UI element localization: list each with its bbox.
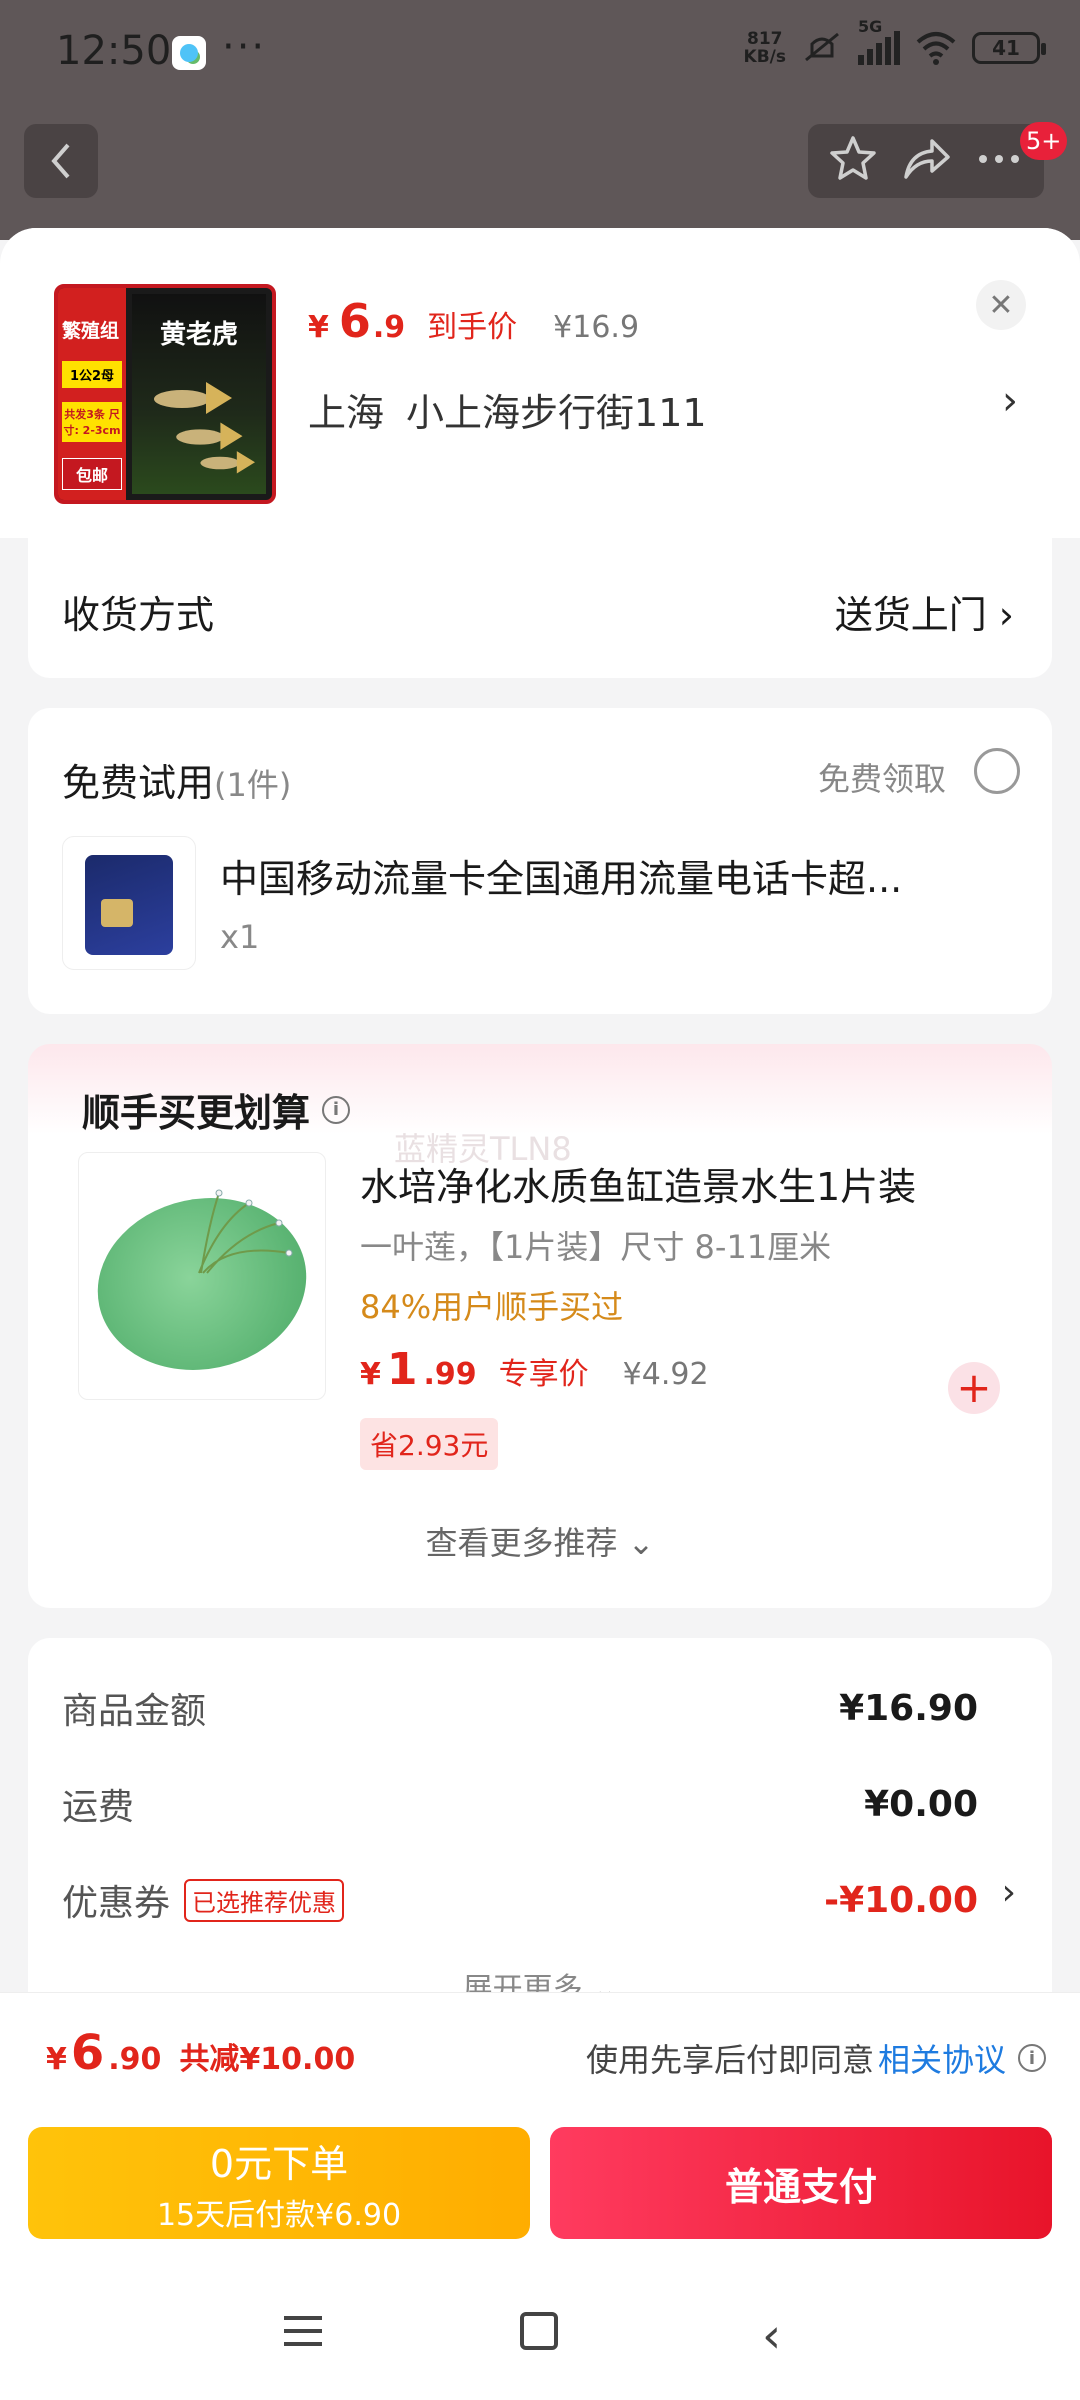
final-price: ¥ 6 .9 到手价 ¥16.9 bbox=[308, 294, 640, 348]
coupon-tag: 已选推荐优惠 bbox=[184, 1878, 345, 1922]
close-button[interactable]: ✕ bbox=[976, 280, 1026, 330]
more-options-icon[interactable] bbox=[973, 133, 1025, 189]
trial-product-image[interactable] bbox=[62, 836, 196, 970]
system-navigation-bar: ‹ bbox=[0, 2262, 1080, 2400]
product-thumbnail[interactable]: 繁殖组 1公2母 共发3条 尺寸: 2-3cm 包邮 黄老虎 bbox=[54, 284, 276, 504]
savings-badge: 省2.93元 bbox=[360, 1418, 499, 1470]
battery-icon: 41 bbox=[972, 32, 1046, 64]
delivery-address[interactable]: 上海 小上海步行街111 bbox=[308, 382, 707, 437]
recommended-product-name[interactable]: 水培净化水质鱼缸造景水生1片装 bbox=[360, 1156, 916, 1211]
chevron-right-icon: › bbox=[998, 593, 1014, 637]
freight-row: 运费 ¥0.00 bbox=[62, 1783, 978, 1829]
see-more-recommendations[interactable]: 查看更多推荐 ⌄ bbox=[28, 1518, 1052, 1564]
shipping-method-row[interactable]: 收货方式 送货上门 › bbox=[28, 538, 1052, 678]
chevron-right-icon[interactable]: › bbox=[1002, 1872, 1016, 1913]
recommendation-title: 顺手买更划算 i bbox=[82, 1082, 351, 1137]
original-price: ¥16.9 bbox=[553, 310, 640, 345]
product-header: 繁殖组 1公2母 共发3条 尺寸: 2-3cm 包邮 黄老虎 ¥ 6 .9 到手… bbox=[0, 228, 1080, 538]
recommended-product-spec: 一叶莲，【1片装】尺寸 8-11厘米 bbox=[360, 1228, 832, 1266]
bought-rate: 84%用户顺手买过 bbox=[360, 1288, 624, 1326]
back-icon[interactable]: ‹ bbox=[762, 2308, 781, 2364]
cell-signal-icon: 5G bbox=[858, 17, 900, 65]
close-icon: ✕ bbox=[988, 287, 1014, 323]
chevron-left-icon bbox=[51, 143, 70, 179]
free-trial-title: 免费试用(1件) bbox=[62, 761, 292, 805]
recommended-price: ¥ 1 .99 专享价 ¥4.92 bbox=[360, 1344, 709, 1395]
zero-yuan-order-button[interactable]: 0元下单 15天后付款¥6.90 bbox=[28, 2127, 530, 2239]
free-claim-radio[interactable] bbox=[974, 748, 1020, 794]
top-toolbar bbox=[808, 124, 1044, 198]
more-notifications-icon: ··· bbox=[222, 24, 267, 70]
info-icon[interactable]: i bbox=[1018, 2044, 1046, 2072]
shipping-label: 收货方式 bbox=[62, 593, 215, 637]
favorite-star-icon[interactable] bbox=[827, 133, 879, 189]
price-label: 到手价 bbox=[427, 310, 518, 345]
info-icon[interactable]: i bbox=[322, 1095, 351, 1124]
share-icon[interactable] bbox=[900, 133, 952, 189]
goods-amount-row: 商品金额 ¥16.90 bbox=[62, 1687, 978, 1733]
trial-product-name[interactable]: 中国移动流量卡全国通用流量电话卡超... bbox=[220, 848, 1010, 903]
agreement-note: 使用先享后付即同意 相关协议 i bbox=[586, 2035, 1046, 2081]
plus-icon: + bbox=[956, 1363, 992, 1412]
notification-badge: 5+ bbox=[1020, 122, 1068, 160]
status-bar: 12:50 ··· 817 KB/s 5G 41 bbox=[0, 0, 1080, 110]
wifi-icon bbox=[914, 30, 958, 66]
chevron-right-icon[interactable]: › bbox=[1002, 378, 1018, 424]
recommended-product-image[interactable] bbox=[78, 1152, 326, 1400]
free-trial-card: 免费试用(1件) 免费领取 中国移动流量卡全国通用流量电话卡超... x1 bbox=[28, 708, 1052, 1014]
normal-pay-button[interactable]: 普通支付 bbox=[550, 2127, 1052, 2239]
total-discount: 共减¥10.00 bbox=[179, 2042, 356, 2077]
back-button[interactable] bbox=[24, 124, 98, 198]
mute-icon bbox=[800, 30, 844, 66]
free-claim-label: 免费领取 bbox=[817, 760, 946, 798]
recommendation-card: 顺手买更划算 i 蓝精灵TLN8 水培净化水质鱼缸造景水生1片装 一叶莲，【1片… bbox=[28, 1044, 1052, 1608]
total-price: ¥ 6 .90 共减¥10.00 bbox=[46, 2025, 356, 2081]
network-speed: 817 KB/s bbox=[743, 29, 786, 67]
coupon-value: -¥10.00 bbox=[824, 1879, 978, 1921]
app-notification-icon bbox=[172, 36, 206, 70]
agreement-link[interactable]: 相关协议 bbox=[878, 2035, 1006, 2081]
coupon-row[interactable]: 优惠券 已选推荐优惠 -¥10.00 bbox=[62, 1874, 978, 1926]
status-time: 12:50 bbox=[56, 28, 172, 74]
home-icon[interactable] bbox=[520, 2312, 558, 2350]
trial-product-quantity: x1 bbox=[220, 918, 260, 956]
shipping-value: 送货上门 › bbox=[834, 593, 1014, 637]
recent-apps-icon[interactable] bbox=[284, 2316, 322, 2346]
add-to-order-button[interactable]: + bbox=[948, 1362, 1000, 1414]
